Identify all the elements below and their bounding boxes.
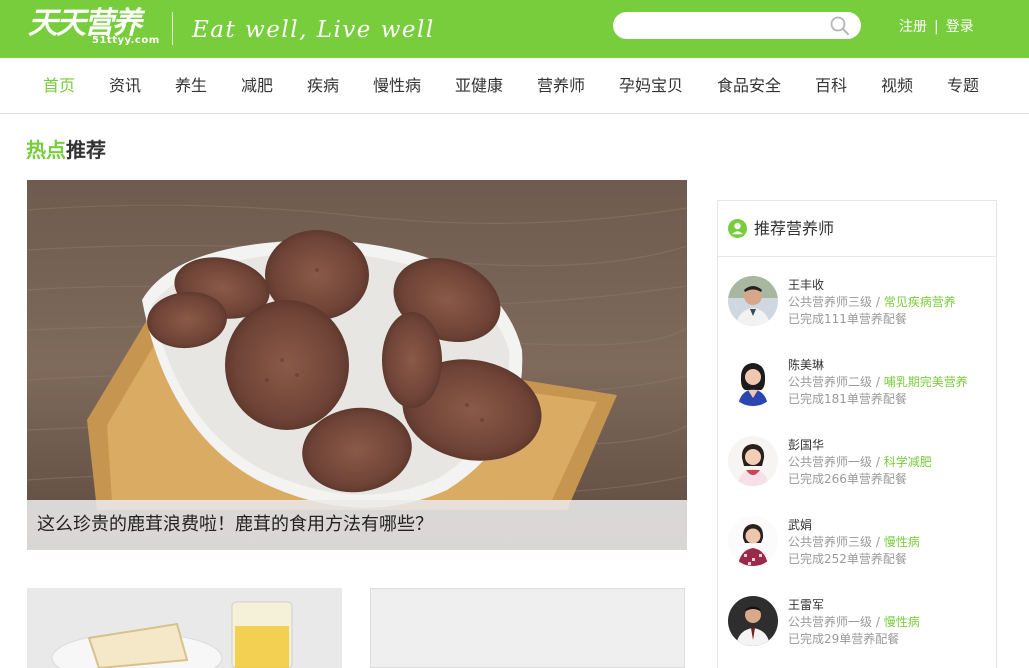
order-count: 已完成181单营养配餐 <box>788 392 907 406</box>
specialty-link[interactable]: 科学减肥 <box>884 455 932 469</box>
auth-links: 注册 | 登录 <box>899 18 974 36</box>
section-title-rest: 推荐 <box>66 138 106 162</box>
nutritionist-level: 公共营养师二级 / 哺乳期完美营养 <box>788 375 968 390</box>
hero-feature[interactable]: 这么珍贵的鹿茸浪费啦！鹿茸的食用方法有哪些？ <box>27 180 687 550</box>
avatar <box>728 516 778 566</box>
panel-header: 推荐营养师 <box>718 201 996 257</box>
nutritionist-item[interactable]: 武娟 公共营养师三级 / 慢性病 已完成252单营养配餐 <box>728 516 988 572</box>
nav-item-maternity[interactable]: 孕妈宝贝 <box>619 76 683 96</box>
nav-item-wellness[interactable]: 养生 <box>175 76 207 96</box>
nutritionist-item[interactable]: 王丰收 公共营养师三级 / 常见疾病营养 已完成111单营养配餐 <box>728 276 988 332</box>
order-count: 已完成29单营养配餐 <box>788 632 900 646</box>
header-bar: 天天营养 51ttyy.com Eat well, Live well 注册 | 登… <box>0 0 1029 58</box>
nutritionist-name: 陈美琳 <box>788 358 825 372</box>
card-image <box>27 588 342 668</box>
nutritionist-name: 彭国华 <box>788 438 825 452</box>
search-box[interactable] <box>613 12 861 39</box>
level-separator: / <box>875 615 880 629</box>
avatar <box>728 276 778 326</box>
section-title-highlight: 热点 <box>26 138 66 162</box>
nutritionist-name: 王丰收 <box>788 278 825 292</box>
nav-item-home[interactable]: 首页 <box>43 76 75 96</box>
specialty-link[interactable]: 哺乳期完美营养 <box>884 375 968 389</box>
avatar <box>728 436 778 486</box>
nutritionist-level: 公共营养师三级 / 慢性病 <box>788 535 920 550</box>
nav-item-nutritionist[interactable]: 营养师 <box>537 76 585 96</box>
level-text: 公共营养师三级 <box>788 535 873 549</box>
nutritionist-level: 公共营养师一级 / 慢性病 <box>788 615 920 630</box>
nav-item-subhealth[interactable]: 亚健康 <box>455 76 503 96</box>
specialty-link[interactable]: 常见疾病营养 <box>884 295 956 309</box>
order-count: 已完成252单营养配餐 <box>788 552 907 566</box>
nav-item-food-safety[interactable]: 食品安全 <box>717 76 781 96</box>
nutritionist-item[interactable]: 王雷军 公共营养师一级 / 慢性病 已完成29单营养配餐 <box>728 596 988 652</box>
level-separator: / <box>875 535 880 549</box>
register-link[interactable]: 注册 <box>899 19 927 35</box>
nutritionist-name: 王雷军 <box>788 598 825 612</box>
specialty-link[interactable]: 慢性病 <box>884 535 920 549</box>
nav-item-encyclopedia[interactable]: 百科 <box>815 76 847 96</box>
level-text: 公共营养师三级 <box>788 295 873 309</box>
order-count: 已完成266单营养配餐 <box>788 472 907 486</box>
level-text: 公共营养师一级 <box>788 615 873 629</box>
nav-item-disease[interactable]: 疾病 <box>307 76 339 96</box>
nutritionist-panel: 推荐营养师 王丰收 公共营养师三级 / 常见疾病营养 已完成111单营养配餐 陈… <box>717 200 997 668</box>
nutritionist-level: 公共营养师一级 / 科学减肥 <box>788 455 932 470</box>
level-separator: / <box>875 455 880 469</box>
header-divider <box>172 12 173 45</box>
panel-title: 推荐营养师 <box>754 219 835 238</box>
level-text: 公共营养师一级 <box>788 455 873 469</box>
section-title: 热点推荐 <box>26 137 106 163</box>
nutritionist-item[interactable]: 彭国华 公共营养师一级 / 科学减肥 已完成266单营养配餐 <box>728 436 988 492</box>
article-card-placeholder[interactable] <box>370 588 685 668</box>
site-logo[interactable]: 天天营养 51ttyy.com <box>28 6 160 48</box>
specialty-link[interactable]: 慢性病 <box>884 615 920 629</box>
nav-item-weight-loss[interactable]: 减肥 <box>241 76 273 96</box>
logo-domain: 51ttyy.com <box>92 35 160 46</box>
nav-item-chronic[interactable]: 慢性病 <box>373 76 421 96</box>
hero-caption[interactable]: 这么珍贵的鹿茸浪费啦！鹿茸的食用方法有哪些？ <box>37 514 433 536</box>
nav-item-news[interactable]: 资讯 <box>109 76 141 96</box>
search-icon[interactable] <box>829 15 851 37</box>
nav-item-topics[interactable]: 专题 <box>947 76 979 96</box>
avatar <box>728 596 778 646</box>
hero-image <box>27 180 687 550</box>
nutritionist-level: 公共营养师三级 / 常见疾病营养 <box>788 295 956 310</box>
order-count: 已完成111单营养配餐 <box>788 312 907 326</box>
article-card[interactable] <box>27 588 342 668</box>
nav-item-video[interactable]: 视频 <box>881 76 913 96</box>
level-text: 公共营养师二级 <box>788 375 873 389</box>
avatar <box>728 356 778 406</box>
nutritionist-name: 武娟 <box>788 518 813 532</box>
user-icon <box>728 219 747 238</box>
search-input[interactable] <box>625 16 825 35</box>
level-separator: / <box>875 295 880 309</box>
auth-separator: | <box>934 19 939 35</box>
slogan: Eat well, Live well <box>192 17 435 43</box>
main-nav: 首页 资讯 养生 减肥 疾病 慢性病 亚健康 营养师 孕妈宝贝 食品安全 百科 … <box>0 58 1029 114</box>
nutritionist-item[interactable]: 陈美琳 公共营养师二级 / 哺乳期完美营养 已完成181单营养配餐 <box>728 356 988 412</box>
login-link[interactable]: 登录 <box>946 19 974 35</box>
level-separator: / <box>875 375 880 389</box>
